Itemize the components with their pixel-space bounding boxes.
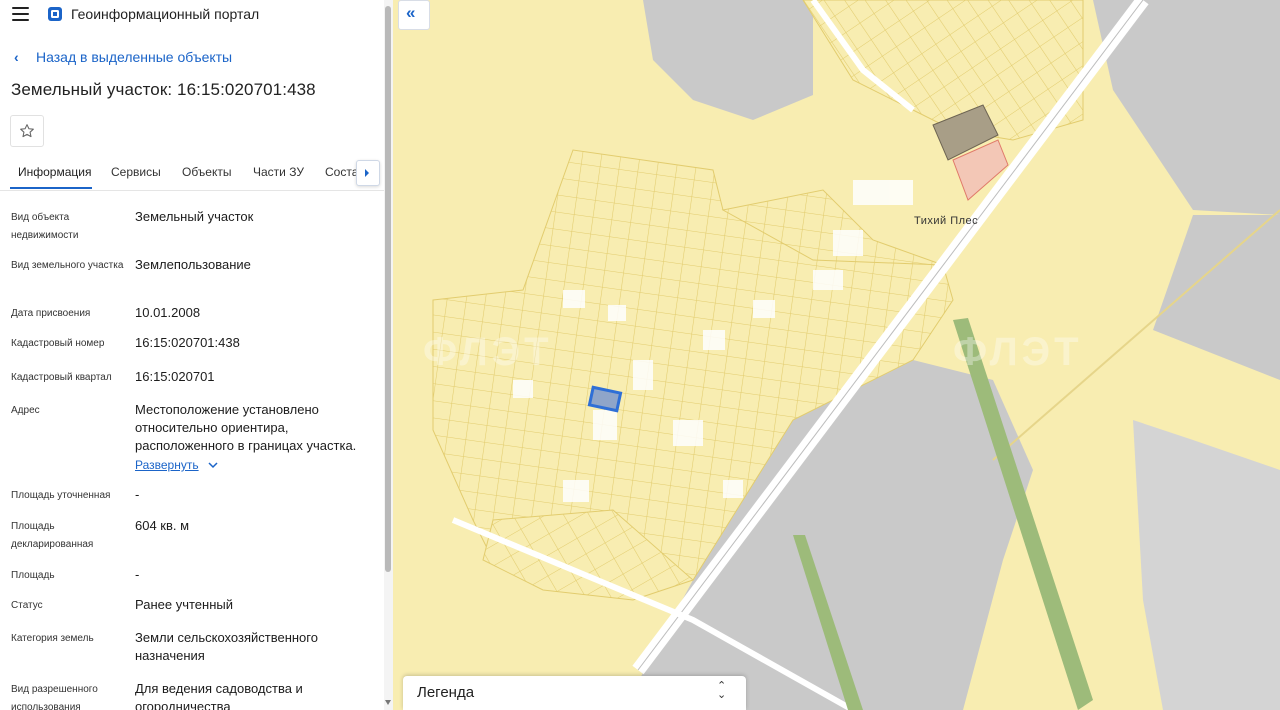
chevron-down-icon bbox=[208, 462, 218, 469]
back-to-selected-link[interactable]: ‹ Назад в выделенные объекты bbox=[14, 49, 232, 65]
panel-scrollbar[interactable] bbox=[384, 0, 393, 710]
property-label-area-refined: Площадь уточненная bbox=[11, 490, 111, 501]
map-view[interactable]: ФЛЭТ ФЛЭТ bbox=[393, 0, 1280, 710]
scrollbar-thumb[interactable] bbox=[385, 6, 391, 572]
property-value-area-refined: - bbox=[135, 487, 140, 502]
chevron-left-icon: ‹ bbox=[14, 49, 19, 65]
property-value-cadastral-number: 16:15:020701:438 bbox=[135, 335, 240, 350]
property-value-permitted-use: Для ведения садоводства и огородничества bbox=[135, 681, 303, 710]
property-value-address: Местоположение установлено относительно … bbox=[135, 402, 357, 453]
place-label-tikhiy-ples: Тихий Плес bbox=[914, 215, 979, 227]
tab-services[interactable]: Сервисы bbox=[111, 165, 161, 179]
legend-label: Легенда bbox=[417, 684, 475, 701]
tab-objects[interactable]: Объекты bbox=[182, 165, 232, 179]
property-label-land-category: Категория земель bbox=[11, 633, 94, 644]
property-value-area-declared: 604 кв. м bbox=[135, 518, 190, 533]
property-value-cadastral-quarter: 16:15:020701 bbox=[135, 369, 215, 384]
property-value-land-category: Земли сельскохозяйственного назначения bbox=[135, 630, 318, 663]
expand-collapse-icon: ⌃ ⌄ bbox=[717, 680, 727, 701]
info-panel: Геоинформационный портал ‹ Назад в выделе… bbox=[0, 0, 394, 710]
property-label-area-declared: Площадь декларированная bbox=[11, 521, 94, 550]
panel-header: Геоинформационный портал bbox=[0, 0, 393, 28]
portal-logo-icon bbox=[48, 7, 62, 21]
chevron-right-icon bbox=[365, 169, 369, 177]
double-chevron-left-icon: « bbox=[406, 3, 416, 22]
tab-information[interactable]: Информация bbox=[18, 165, 91, 179]
back-link-label: Назад в выделенные объекты bbox=[36, 49, 233, 65]
tab-composition[interactable]: Соста bbox=[325, 165, 358, 179]
property-label-object-type: Вид объекта недвижимости bbox=[11, 212, 79, 241]
star-icon bbox=[20, 124, 34, 138]
property-label-cadastral-number: Кадастровый номер bbox=[11, 338, 105, 349]
hamburger-icon[interactable] bbox=[12, 7, 29, 21]
property-label-status: Статус bbox=[11, 600, 43, 611]
property-value-area: - bbox=[135, 567, 140, 582]
property-label-area: Площадь bbox=[11, 570, 55, 581]
tabs-scroll-right-button[interactable] bbox=[356, 160, 380, 186]
property-label-assign-date: Дата присвоения bbox=[11, 308, 91, 319]
selected-parcel[interactable] bbox=[587, 385, 623, 413]
property-label-permitted-use: Вид разрешенного использования bbox=[11, 684, 98, 710]
property-label-address: Адрес bbox=[11, 405, 40, 416]
favorite-button[interactable] bbox=[10, 115, 44, 147]
property-value-assign-date: 10.01.2008 bbox=[135, 305, 201, 320]
expand-label: Развернуть bbox=[135, 458, 199, 472]
property-value-status: Ранее учтенный bbox=[135, 597, 233, 612]
tabs-bar: Информация Сервисы Объекты Части ЗУ Сост… bbox=[0, 160, 385, 191]
active-tab-indicator bbox=[10, 187, 92, 189]
scroll-down-arrow-icon[interactable] bbox=[385, 700, 391, 705]
expand-address-link[interactable]: Развернуть bbox=[135, 458, 218, 472]
property-label-cadastral-quarter: Кадастровый квартал bbox=[11, 372, 112, 383]
property-value-object-type: Земельный участок bbox=[135, 209, 254, 224]
legend-dropdown[interactable]: Легенда ⌃ ⌄ bbox=[403, 676, 746, 710]
portal-title: Геоинформационный портал bbox=[71, 6, 260, 22]
tab-parts[interactable]: Части ЗУ bbox=[253, 165, 304, 179]
collapse-panel-button[interactable]: « bbox=[398, 0, 430, 30]
property-value-parcel-type: Землепользование bbox=[135, 257, 251, 272]
object-title: Земельный участок: 16:15:020701:438 bbox=[11, 80, 316, 99]
cadastral-map[interactable] bbox=[393, 0, 1280, 710]
property-label-parcel-type: Вид земельного участка bbox=[11, 260, 124, 271]
